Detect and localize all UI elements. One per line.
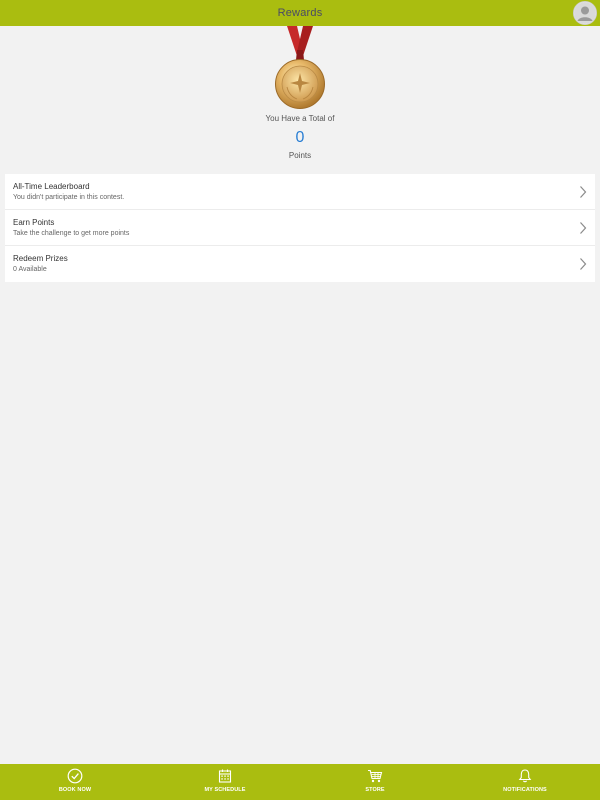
menu-item-title: Earn Points bbox=[13, 218, 55, 227]
nav-notifications[interactable]: NOTIFICATIONS bbox=[450, 764, 600, 800]
nav-label: BOOK NOW bbox=[58, 787, 92, 793]
menu-item-subtitle: Take the challenge to get more points bbox=[13, 230, 130, 237]
calendar-icon bbox=[218, 769, 232, 783]
points-label: Points bbox=[288, 151, 312, 160]
bottom-nav: BOOK NOW MY SCHEDULE STORE NOTIFICATIONS bbox=[0, 764, 600, 800]
nav-label: MY SCHEDULE bbox=[204, 787, 246, 793]
menu-item-subtitle: You didn't participate in this contest. bbox=[13, 194, 125, 201]
avatar[interactable] bbox=[573, 1, 597, 25]
check-circle-icon bbox=[67, 768, 83, 784]
nav-label: NOTIFICATIONS bbox=[503, 787, 547, 793]
menu-item-redeem-prizes[interactable]: Redeem Prizes 0 Available bbox=[5, 246, 595, 282]
page-title: Rewards bbox=[277, 7, 323, 19]
top-bar: Rewards bbox=[0, 0, 600, 26]
user-icon bbox=[574, 2, 596, 24]
menu-item-title: Redeem Prizes bbox=[13, 254, 68, 263]
menu-item-title: All-Time Leaderboard bbox=[13, 182, 90, 191]
bell-icon bbox=[518, 769, 532, 783]
nav-label: STORE bbox=[365, 787, 385, 793]
nav-store[interactable]: STORE bbox=[300, 764, 450, 800]
gold-medal-icon bbox=[275, 26, 325, 109]
chevron-right-icon bbox=[580, 222, 587, 234]
menu-item-earn-points[interactable]: Earn Points Take the challenge to get mo… bbox=[5, 210, 595, 246]
chevron-right-icon bbox=[580, 186, 587, 198]
cart-icon bbox=[368, 769, 383, 783]
menu-item-leaderboard[interactable]: All-Time Leaderboard You didn't particip… bbox=[5, 174, 595, 210]
chevron-right-icon bbox=[580, 258, 587, 270]
menu-item-subtitle: 0 Available bbox=[13, 266, 47, 273]
nav-book-now[interactable]: BOOK NOW bbox=[0, 764, 150, 800]
total-label: You Have a Total of bbox=[265, 114, 335, 123]
rewards-menu: All-Time Leaderboard You didn't particip… bbox=[5, 174, 595, 282]
points-value: 0 bbox=[295, 129, 305, 146]
nav-my-schedule[interactable]: MY SCHEDULE bbox=[150, 764, 300, 800]
